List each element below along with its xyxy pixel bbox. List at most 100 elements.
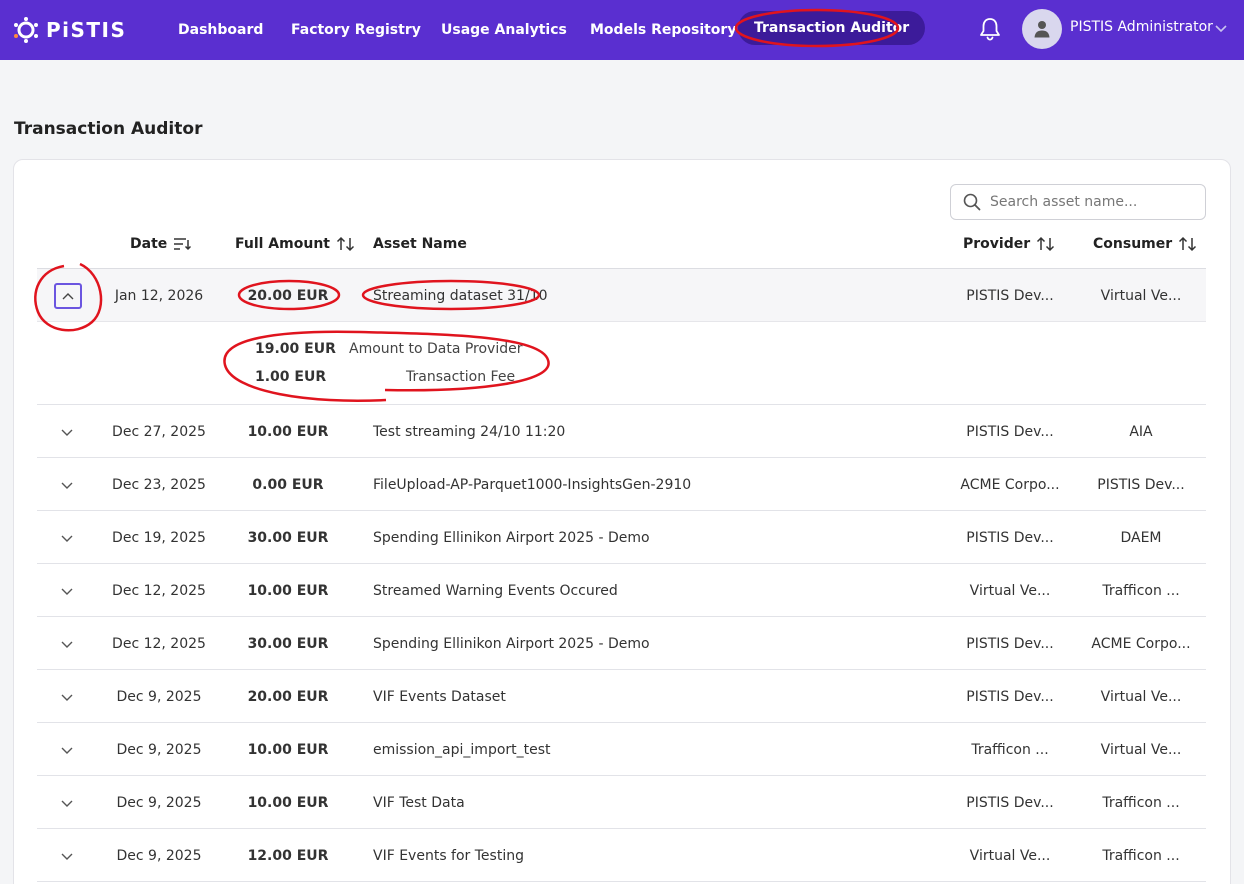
table-row[interactable]: Dec 9, 2025 10.00 EUR VIF Test Data PIST… (37, 776, 1206, 829)
cell-date: Dec 19, 2025 (112, 529, 206, 546)
sort-descending-icon[interactable] (173, 237, 192, 251)
cell-date: Dec 9, 2025 (116, 847, 202, 864)
column-header-amount[interactable]: Full Amount (235, 236, 356, 252)
cell-asset-name[interactable]: Spending Ellinikon Airport 2025 - Demo (373, 511, 650, 564)
sort-icon[interactable] (1036, 236, 1056, 252)
fee-label: Transaction Fee (406, 369, 516, 385)
cell-consumer: DAEM (1120, 529, 1162, 546)
cell-consumer: Virtual Ve... (1100, 688, 1182, 705)
cell-consumer: Virtual Ve... (1100, 287, 1182, 304)
collapse-row-button[interactable] (54, 283, 82, 309)
nav-models-repository[interactable]: Models Repository (590, 0, 736, 60)
column-header-asset-name: Asset Name (373, 236, 467, 252)
brand-name: PiSTIS (46, 18, 127, 42)
cell-provider: PISTIS Dev... (966, 635, 1054, 652)
pistis-logo-icon (14, 17, 38, 43)
fee-amount: 1.00 EUR (255, 369, 327, 385)
cell-asset-name[interactable]: Test streaming 24/10 11:20 (373, 405, 565, 458)
cell-provider: PISTIS Dev... (966, 423, 1054, 440)
cell-consumer: Trafficon ... (1102, 847, 1180, 864)
table-row[interactable]: Dec 9, 2025 12.00 EUR VIF Events for Tes… (37, 829, 1206, 882)
column-header-amount-label: Full Amount (235, 236, 330, 252)
column-header-consumer-label: Consumer (1093, 236, 1173, 252)
cell-consumer: ACME Corpo... (1091, 635, 1191, 652)
chevron-down-icon[interactable] (59, 848, 75, 864)
chevron-down-icon[interactable] (59, 689, 75, 705)
cell-date: Dec 12, 2025 (112, 635, 206, 652)
cell-consumer: Virtual Ve... (1100, 741, 1182, 758)
column-header-date[interactable]: Date (130, 236, 192, 252)
sort-icon[interactable] (336, 236, 356, 252)
cell-provider: PISTIS Dev... (966, 287, 1054, 304)
cell-provider: ACME Corpo... (960, 476, 1060, 493)
chevron-down-icon[interactable] (59, 795, 75, 811)
provider-amount: 19.00 EUR (255, 341, 336, 357)
nav-usage-analytics[interactable]: Usage Analytics (441, 0, 567, 60)
notification-bell-icon[interactable] (978, 16, 1002, 42)
column-header-date-label: Date (130, 236, 168, 252)
cell-consumer: AIA (1129, 423, 1153, 440)
table-row[interactable]: Dec 23, 2025 0.00 EUR FileUpload-AP-Parq… (37, 458, 1206, 511)
cell-asset-name[interactable]: FileUpload-AP-Parquet1000-InsightsGen-29… (373, 458, 691, 511)
cell-provider: PISTIS Dev... (966, 529, 1054, 546)
table-row[interactable]: Dec 19, 2025 30.00 EUR Spending Elliniko… (37, 511, 1206, 564)
cell-asset-name[interactable]: Streaming dataset 31/10 (373, 269, 547, 322)
column-header-consumer[interactable]: Consumer (1093, 236, 1198, 252)
cell-asset-name[interactable]: VIF Events Dataset (373, 670, 506, 723)
user-name[interactable]: PISTIS Administrator (1070, 19, 1213, 35)
cell-consumer: Trafficon ... (1102, 582, 1180, 599)
table-row[interactable]: Dec 12, 2025 30.00 EUR Spending Elliniko… (37, 617, 1206, 670)
nav-transaction-auditor[interactable]: Transaction Auditor (738, 11, 926, 45)
cell-provider: Virtual Ve... (969, 582, 1051, 599)
chevron-up-icon (62, 293, 74, 300)
chevron-down-icon[interactable] (59, 530, 75, 546)
cell-consumer: Trafficon ... (1102, 794, 1180, 811)
cell-amount: 10.00 EUR (247, 794, 329, 811)
cell-date: Jan 12, 2026 (114, 287, 204, 304)
nav-factory-registry[interactable]: Factory Registry (291, 0, 421, 60)
column-header-asset-label: Asset Name (373, 236, 467, 252)
cell-amount: 12.00 EUR (247, 847, 329, 864)
search-input[interactable] (990, 194, 1190, 210)
user-icon (1034, 21, 1050, 38)
cell-asset-name[interactable]: VIF Test Data (373, 776, 465, 829)
cell-asset-name[interactable]: Spending Ellinikon Airport 2025 - Demo (373, 617, 650, 670)
cell-amount: 10.00 EUR (247, 423, 329, 440)
cell-asset-name[interactable]: VIF Events for Testing (373, 829, 524, 882)
page-title: Transaction Auditor (14, 119, 203, 139)
cell-amount: 30.00 EUR (247, 635, 329, 652)
table-row[interactable]: Jan 12, 2026 20.00 EUR Streaming dataset… (37, 269, 1206, 322)
table-row[interactable]: Dec 9, 2025 20.00 EUR VIF Events Dataset… (37, 670, 1206, 723)
cell-amount: 20.00 EUR (247, 287, 329, 304)
table-row[interactable]: Dec 12, 2025 10.00 EUR Streamed Warning … (37, 564, 1206, 617)
transaction-breakdown: 19.00 EUR Amount to Data Provider 1.00 E… (37, 322, 1206, 405)
chevron-down-icon[interactable] (59, 742, 75, 758)
user-avatar[interactable] (1022, 9, 1062, 49)
chevron-down-icon[interactable] (1214, 21, 1228, 35)
search-box[interactable] (950, 184, 1206, 220)
nav-dashboard[interactable]: Dashboard (178, 0, 263, 60)
cell-consumer: PISTIS Dev... (1097, 476, 1185, 493)
cell-date: Dec 9, 2025 (116, 688, 202, 705)
cell-amount: 30.00 EUR (247, 529, 329, 546)
chevron-down-icon[interactable] (59, 583, 75, 599)
cell-amount: 10.00 EUR (247, 582, 329, 599)
column-header-provider[interactable]: Provider (963, 236, 1056, 252)
provider-amount-label: Amount to Data Provider (349, 341, 523, 357)
brand-logo[interactable]: PiSTIS (12, 14, 126, 46)
cell-date: Dec 27, 2025 (112, 423, 206, 440)
chevron-down-icon[interactable] (59, 424, 75, 440)
cell-asset-name[interactable]: Streamed Warning Events Occured (373, 564, 618, 617)
cell-amount: 10.00 EUR (247, 741, 329, 758)
sort-icon[interactable] (1178, 236, 1198, 252)
table-row[interactable]: Dec 27, 2025 10.00 EUR Test streaming 24… (37, 405, 1206, 458)
cell-amount: 0.00 EUR (252, 476, 324, 493)
top-navbar: PiSTIS Dashboard Factory Registry Usage … (0, 0, 1244, 60)
search-icon (963, 193, 981, 211)
chevron-down-icon[interactable] (59, 636, 75, 652)
chevron-down-icon[interactable] (59, 477, 75, 493)
cell-asset-name[interactable]: emission_api_import_test (373, 723, 551, 776)
table-row[interactable]: Dec 9, 2025 10.00 EUR emission_api_impor… (37, 723, 1206, 776)
cell-date: Dec 12, 2025 (112, 582, 206, 599)
cell-date: Dec 9, 2025 (116, 741, 202, 758)
